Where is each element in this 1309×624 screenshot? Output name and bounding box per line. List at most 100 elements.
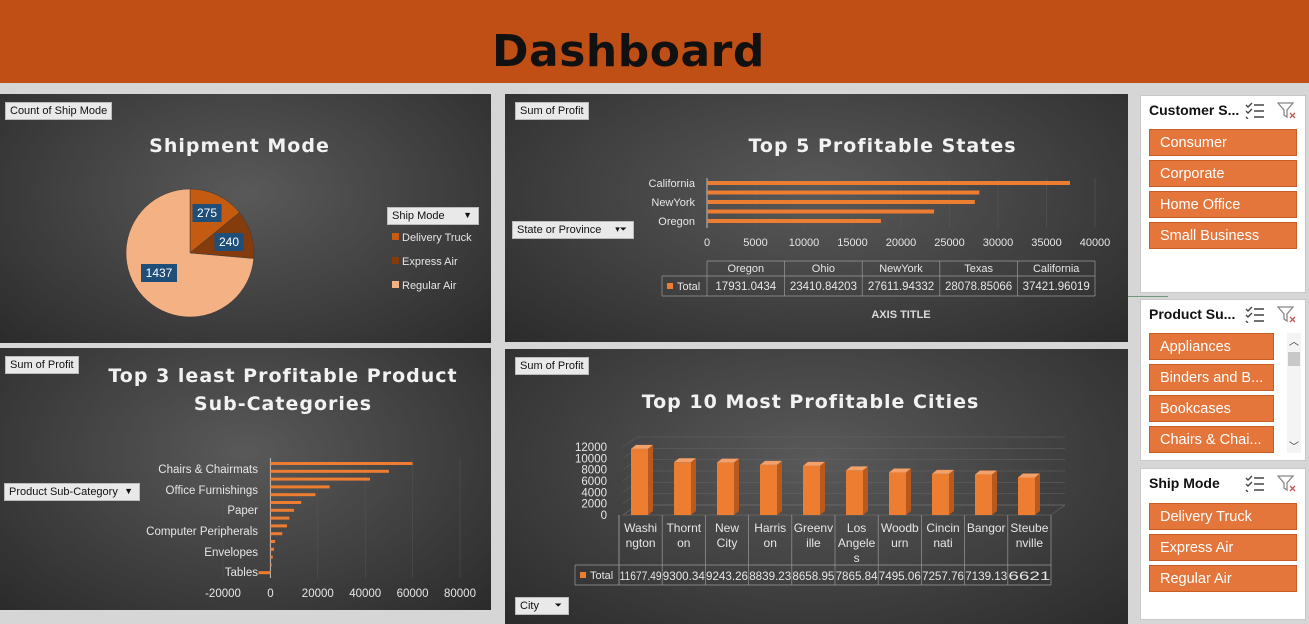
data-label: 275 <box>197 206 217 220</box>
x-tick-label: 60000 <box>397 588 429 600</box>
bar <box>270 501 302 504</box>
table-value: 8658.95 <box>792 569 834 583</box>
scroll-thumb[interactable] <box>1288 352 1300 366</box>
filter-icon: ⏷ <box>554 600 562 610</box>
x-tick-label: urn <box>891 536 908 550</box>
bar-side <box>906 468 911 515</box>
data-label: 1437 <box>146 266 173 280</box>
x-tick-label: 25000 <box>934 237 965 249</box>
clear-filter-icon[interactable] <box>1277 305 1297 323</box>
legend-swatch <box>580 572 586 578</box>
bar-side <box>820 461 825 515</box>
slicer-item-corporate[interactable]: Corporate <box>1149 160 1297 187</box>
x-tick-label: 30000 <box>983 237 1014 249</box>
axis-title: AXIS TITLE <box>871 309 931 321</box>
state-filter-button[interactable]: State or Province ▾⏷ <box>512 221 634 239</box>
slicer-title: Ship Mode <box>1149 475 1220 491</box>
x-tick-label: 0 <box>267 588 273 600</box>
slicer-item-express-air[interactable]: Express Air <box>1149 534 1297 561</box>
table-value: 9243.26 <box>706 569 748 583</box>
x-tick-label: 80000 <box>444 588 476 600</box>
table-value: 6621 <box>1008 569 1051 583</box>
shipment-mode-panel: Count of Ship Mode Shipment Mode 275 240 1… <box>0 94 491 343</box>
scroll-down-icon[interactable]: ﹀ <box>1287 438 1301 453</box>
slicer-connector <box>1128 296 1168 297</box>
slicer-item-consumer[interactable]: Consumer <box>1149 129 1297 156</box>
x-tick-label: ille <box>806 536 821 550</box>
bar <box>975 474 992 515</box>
table-header: Oregon <box>727 263 764 275</box>
filter-icon: ▾⏷ <box>615 224 627 234</box>
table-header: Texas <box>964 263 993 275</box>
bar <box>270 547 274 551</box>
ship-mode-filter-button[interactable]: Ship Mode ▼ <box>387 207 479 225</box>
multi-select-icon[interactable] <box>1245 474 1265 492</box>
slicer-item-appliances[interactable]: Appliances <box>1149 333 1274 360</box>
slicer-item-small-business[interactable]: Small Business <box>1149 222 1297 249</box>
x-tick-label: nville <box>1016 536 1044 550</box>
x-tick-label: 40000 <box>349 588 381 600</box>
bar-side <box>648 444 653 515</box>
slicer-item-regular-air[interactable]: Regular Air <box>1149 565 1297 592</box>
x-tick-label: New <box>715 521 739 535</box>
table-header: NewYork <box>879 263 923 275</box>
y-tick-label: 2000 <box>581 499 607 511</box>
bar <box>707 190 980 195</box>
multi-select-icon[interactable] <box>1245 305 1265 323</box>
y-tick-label: 6000 <box>581 476 607 488</box>
table-value: 27611.94332 <box>868 281 934 293</box>
slicer-scrollbar[interactable]: ︿ ﹀ <box>1287 333 1301 453</box>
bar <box>846 470 863 515</box>
product-subcategory-slicer: Product Su... Appliances Binders and B..… <box>1140 299 1306 461</box>
x-tick-label: Harris <box>754 521 786 535</box>
bar <box>932 473 949 515</box>
bar-side <box>863 466 868 515</box>
slicer-title: Product Su... <box>1149 306 1236 322</box>
x-tick-label: 20000 <box>886 237 917 249</box>
clear-filter-icon[interactable] <box>1277 101 1297 119</box>
slicer-item-binders[interactable]: Binders and B... <box>1149 364 1274 391</box>
y-tick-label: 12000 <box>575 442 607 454</box>
slicer-item-delivery-truck[interactable]: Delivery Truck <box>1149 503 1297 530</box>
table-value: 9300.34 <box>663 569 705 583</box>
least-profitable-panel: Sum of Profit Top 3 least Profitable Pro… <box>0 348 491 610</box>
multi-select-icon[interactable] <box>1245 101 1265 119</box>
slicer-item-home-office[interactable]: Home Office <box>1149 191 1297 218</box>
y-tick-label: California <box>649 178 696 190</box>
x-tick-label: Bangor <box>967 521 1006 535</box>
scroll-up-icon[interactable]: ︿ <box>1287 333 1301 348</box>
x-tick-label: on <box>677 536 690 550</box>
bar <box>270 508 295 512</box>
x-tick-label: 15000 <box>837 237 868 249</box>
bar <box>258 571 271 575</box>
data-label: 240 <box>219 235 239 249</box>
cities-bar-chart: 020004000600080001000012000 Washington 116… <box>574 436 1066 586</box>
x-tick-label: 0 <box>704 237 710 249</box>
slicer-item-bookcases[interactable]: Bookcases <box>1149 395 1274 422</box>
x-tick-label: 35000 <box>1031 237 1062 249</box>
x-tick-label: 20000 <box>302 588 334 600</box>
x-tick-label: nati <box>933 536 952 550</box>
dashboard-header: Dashboard <box>0 0 1309 83</box>
x-tick-label: -20000 <box>205 588 241 600</box>
y-tick-label: 10000 <box>575 453 607 465</box>
x-tick-label: Cincin <box>926 521 959 535</box>
bar <box>270 516 290 520</box>
bar <box>707 181 1070 185</box>
x-tick-label: Woodb <box>881 521 919 535</box>
bar <box>674 462 691 515</box>
bar <box>717 462 734 515</box>
dropdown-arrow-icon: ▼ <box>463 210 472 220</box>
x-tick-label: Thornt <box>666 521 701 535</box>
table-value: 37421.96019 <box>1023 281 1090 293</box>
city-filter-button[interactable]: City ⏷ <box>515 597 569 615</box>
y-tick-label: 4000 <box>581 487 607 499</box>
subcategory-filter-button[interactable]: Product Sub-Category ▼ <box>4 483 140 501</box>
bar <box>270 555 273 559</box>
bar-side <box>691 458 696 515</box>
slicer-item-chairs[interactable]: Chairs & Chai... <box>1149 426 1274 453</box>
bar <box>803 465 820 515</box>
clear-filter-icon[interactable] <box>1277 474 1297 492</box>
filter-label: Product Sub-Category <box>9 486 118 498</box>
table-value: 17931.0434 <box>715 281 776 293</box>
